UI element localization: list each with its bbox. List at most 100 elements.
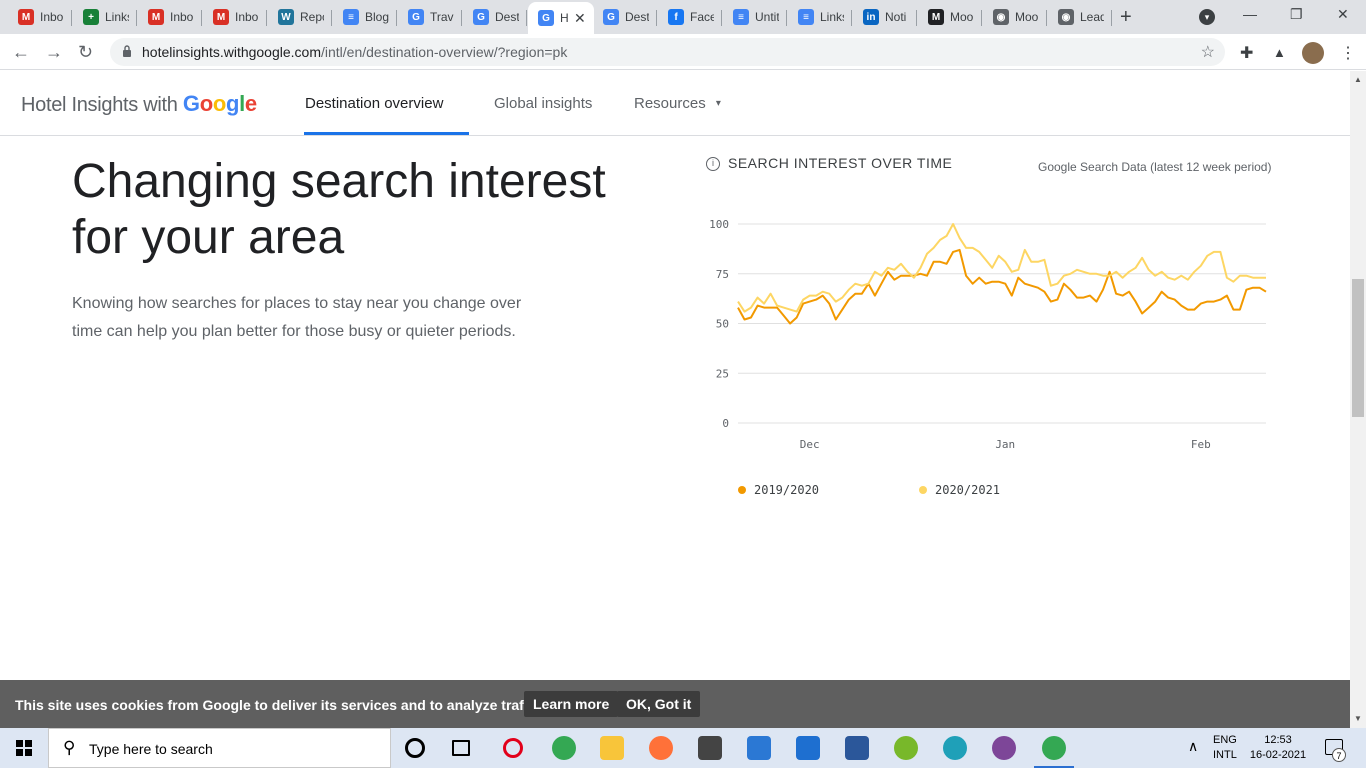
browser-tab-13[interactable]: in Noti [853, 4, 917, 30]
close-tab-icon[interactable]: ✕ [574, 10, 586, 27]
chevron-down-icon: ▾ [715, 98, 721, 109]
tab-search-icon[interactable]: ▾ [1199, 9, 1215, 25]
x-tick-label: Feb [1191, 438, 1211, 451]
bookmark-star-icon[interactable]: ☆ [1201, 42, 1215, 62]
chrome-icon[interactable] [552, 736, 576, 760]
scroll-up-arrow[interactable]: ▲ [1354, 75, 1362, 84]
nav-resources[interactable]: Resources ▾ [634, 95, 721, 112]
browser-tab-15[interactable]: ◉ Moo [983, 4, 1047, 30]
browser-tab-12[interactable]: ≡ Links [788, 4, 852, 30]
browser-tab-16[interactable]: ◉ Lead [1048, 4, 1112, 30]
browser-tab-1[interactable]: + Links [73, 4, 137, 30]
cookie-banner: This site uses cookies from Google to de… [0, 680, 1350, 728]
browser-tab-2[interactable]: M Inbo [138, 4, 202, 30]
input-language[interactable]: ENG INTL [1213, 733, 1237, 763]
restore-button[interactable]: ❐ [1290, 6, 1303, 23]
edge-icon[interactable] [943, 736, 967, 760]
browser-tab-11[interactable]: ≡ Untit [723, 4, 787, 30]
browser-tab-8[interactable]: G H ✕ [528, 2, 594, 34]
browser-menu-icon[interactable]: ⋮ [1340, 43, 1356, 63]
cortana-icon[interactable] [405, 738, 425, 758]
tab-separator [461, 10, 462, 26]
word-icon[interactable] [845, 736, 869, 760]
legend-swatch [738, 486, 746, 494]
lang-line2: INTL [1213, 749, 1237, 761]
google-wordmark-letter: e [244, 91, 257, 116]
tab-title: Moo [1015, 10, 1039, 24]
notification-count-badge: 7 [1332, 748, 1346, 762]
system-clock[interactable]: 12:53 16-02-2021 [1248, 733, 1308, 763]
nav-resources-label: Resources [634, 95, 706, 112]
minimize-button[interactable]: — [1243, 6, 1257, 22]
reload-button[interactable]: ↻ [78, 42, 93, 63]
tab-title: Blog [365, 10, 389, 24]
browser-tab-5[interactable]: ≡ Blog [333, 4, 397, 30]
cookie-banner-text: This site uses cookies from Google to de… [15, 697, 545, 713]
linkedin-icon: in [863, 9, 879, 25]
store-icon[interactable] [698, 736, 722, 760]
legend-swatch [919, 486, 927, 494]
clock-time: 12:53 [1264, 734, 1292, 746]
legend-label: 2020/2021 [935, 483, 1001, 497]
google-wordmark-letter: o [199, 91, 213, 116]
google-icon: G [603, 9, 619, 25]
tab-title: Inbo [235, 10, 259, 24]
medium-icon: M [928, 9, 944, 25]
profile-avatar[interactable] [1302, 42, 1324, 64]
tab-separator [331, 10, 332, 26]
file-explorer-icon[interactable] [600, 736, 624, 760]
tab-separator [201, 10, 202, 26]
show-hidden-icons-icon[interactable]: ∧ [1188, 738, 1198, 755]
taskbar-search-box[interactable]: ⚲ Type here to search [48, 728, 391, 768]
screen: M Inbo + Links M Inbo M Inbo W Repc ≡ Blog G Trave G De… [0, 0, 1366, 768]
tab-separator [1046, 10, 1047, 26]
search-icon: ⚲ [63, 738, 76, 757]
firefox-icon[interactable] [649, 736, 673, 760]
google-icon: G [408, 9, 424, 25]
back-button[interactable]: ← [12, 42, 30, 63]
tor-icon[interactable] [992, 736, 1016, 760]
opera-icon[interactable] [503, 738, 523, 758]
windows-start-icon[interactable] [16, 740, 32, 756]
docs-icon: ≡ [733, 9, 749, 25]
browser-tab-0[interactable]: M Inbo [8, 4, 72, 30]
legend-item-2019-2020[interactable]: 2019/2020 [738, 483, 819, 497]
window-close-button[interactable]: ✕ [1337, 6, 1349, 23]
site-logo[interactable]: Hotel Insights with Google [21, 91, 257, 117]
y-tick-label: 75 [716, 268, 729, 281]
tab-separator [1111, 10, 1112, 26]
utorrent-icon[interactable] [894, 736, 918, 760]
extension-profile-icon[interactable]: ▲ [1273, 45, 1286, 60]
chart-title: SEARCH INTEREST OVER TIME [728, 155, 953, 171]
docs-icon: ≡ [343, 9, 359, 25]
new-tab-button[interactable]: + [1120, 6, 1132, 29]
info-icon[interactable]: i [706, 157, 720, 171]
scroll-down-arrow[interactable]: ▼ [1354, 714, 1362, 723]
mail-icon[interactable] [747, 736, 771, 760]
browser-tab-9[interactable]: G Dest [593, 4, 657, 30]
lock-icon [123, 45, 131, 57]
nav-global-insights[interactable]: Global insights [494, 95, 592, 112]
series-line-2019-2020[interactable] [737, 248, 1267, 325]
scrollbar-thumb[interactable] [1352, 279, 1364, 417]
task-view-icon[interactable] [452, 740, 470, 756]
browser-tab-10[interactable]: f Face [658, 4, 722, 30]
learn-more-button[interactable]: Learn more [524, 691, 619, 717]
chrome-profile-icon[interactable] [1034, 736, 1074, 768]
nav-destination-overview[interactable]: Destination overview [305, 95, 443, 112]
extensions-icon[interactable]: ✚ [1240, 43, 1253, 63]
browser-tab-14[interactable]: M Moo [918, 4, 982, 30]
legend-item-2020-2021[interactable]: 2020/2021 [919, 483, 1000, 497]
browser-tab-7[interactable]: G Dest [463, 4, 527, 30]
browser-tab-6[interactable]: G Trave [398, 4, 462, 30]
ok-got-it-button[interactable]: OK, Got it [617, 691, 701, 717]
movies-icon[interactable] [796, 736, 820, 760]
tab-separator [71, 10, 72, 26]
tab-title: H [560, 11, 568, 25]
page-scrollbar[interactable]: ▲ ▼ [1350, 71, 1366, 728]
y-tick-label: 100 [709, 218, 729, 231]
browser-tab-4[interactable]: W Repc [268, 4, 332, 30]
address-bar[interactable]: hotelinsights.withgoogle.com/intl/en/des… [110, 38, 1225, 66]
browser-tab-3[interactable]: M Inbo [203, 4, 267, 30]
forward-button[interactable]: → [45, 42, 63, 63]
